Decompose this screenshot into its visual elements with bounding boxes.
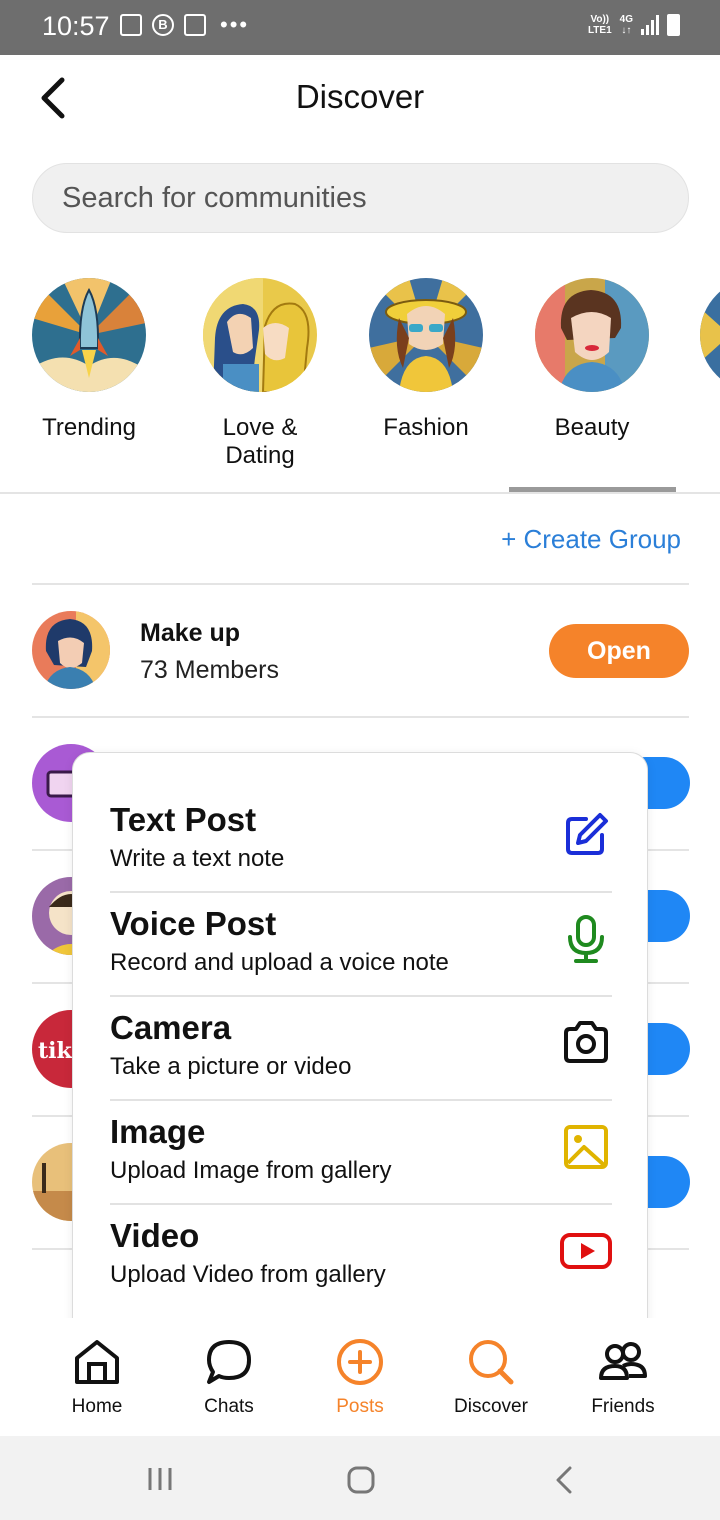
menu-item-video[interactable]: Video Upload Video from gallery — [110, 1217, 612, 1321]
nav-label: Posts — [336, 1396, 384, 1417]
menu-divider — [110, 1203, 612, 1205]
divider — [32, 583, 689, 585]
search-bar[interactable] — [32, 163, 689, 233]
menu-item-title: Voice Post — [110, 905, 277, 942]
edit-icon — [566, 813, 608, 855]
battery-icon — [667, 14, 680, 36]
divider — [32, 716, 689, 718]
image-icon — [564, 1125, 608, 1169]
menu-item-title: Image — [110, 1113, 206, 1150]
camera-icon — [564, 1021, 608, 1063]
youtube-icon — [560, 1233, 612, 1269]
nav-home[interactable]: Home — [37, 1318, 157, 1418]
recent-apps-icon[interactable] — [146, 1466, 176, 1492]
category-love-dating[interactable]: Love & Dating — [175, 278, 345, 470]
category-fashion[interactable]: Fashion — [341, 278, 511, 442]
post-type-menu: Text Post Write a text note Voice Post R… — [72, 752, 648, 1352]
category-label: Trending — [42, 414, 136, 441]
menu-item-text-post[interactable]: Text Post Write a text note — [110, 801, 612, 905]
group-name: Make up — [140, 619, 241, 647]
microphone-icon — [568, 915, 604, 963]
system-navigation-bar — [0, 1436, 720, 1520]
category-label: Fashion — [383, 414, 469, 441]
menu-item-subtitle: Upload Image from gallery — [110, 1157, 392, 1184]
page-title: Discover — [295, 78, 425, 115]
menu-item-subtitle: Record and upload a voice note — [110, 949, 449, 976]
category-beauty[interactable]: Beauty — [507, 278, 677, 442]
category-label: Love & Dating — [222, 414, 298, 469]
gallery-icon — [120, 14, 142, 36]
category-strip[interactable]: Trending Love & Dating Fashion Beauty — [0, 270, 720, 470]
create-group-link[interactable]: + Create Group — [501, 524, 681, 555]
open-group-button[interactable]: Open — [549, 624, 689, 678]
category-fashion-image — [369, 278, 483, 392]
nav-discover[interactable]: Discover — [431, 1318, 551, 1418]
nav-posts[interactable]: Posts — [300, 1318, 420, 1418]
volte-indicator: Vo)) LTE1 — [587, 14, 612, 36]
menu-item-subtitle: Write a text note — [110, 845, 285, 872]
category-divider — [0, 492, 720, 494]
friends-icon — [599, 1342, 647, 1380]
chat-icon — [207, 1340, 251, 1384]
home-button-icon[interactable] — [346, 1466, 376, 1494]
nav-label: Discover — [454, 1396, 528, 1417]
status-bar: 10:57 B ••• Vo)) LTE1 4G ↓↑ — [0, 0, 720, 55]
signal-icon — [641, 15, 659, 35]
menu-item-title: Camera — [110, 1009, 232, 1046]
menu-divider — [110, 891, 612, 893]
menu-item-camera[interactable]: Camera Take a picture or video — [110, 1009, 612, 1113]
category-trending-image — [32, 278, 146, 392]
menu-item-subtitle: Take a picture or video — [110, 1053, 352, 1080]
category-label: Beauty — [554, 414, 630, 441]
nav-chats[interactable]: Chats — [169, 1318, 289, 1418]
nav-label: Home — [71, 1396, 123, 1417]
nav-label: Friends — [591, 1396, 655, 1417]
status-time: 10:57 — [42, 11, 110, 41]
search-icon — [469, 1340, 514, 1385]
status-right-icons: Vo)) LTE1 4G ↓↑ — [588, 14, 680, 36]
bottom-navigation: Home Chats Posts Discover Friends — [0, 1318, 720, 1436]
category-next-partial[interactable] — [700, 278, 720, 392]
status-notification-icons: B ••• — [120, 14, 249, 36]
search-input[interactable] — [33, 164, 688, 232]
calendar-icon — [184, 14, 206, 36]
svg-text:tik: tik — [38, 1038, 73, 1064]
nav-friends[interactable]: Friends — [563, 1318, 683, 1418]
category-beauty-image — [535, 278, 649, 392]
network-type: 4G ↓↑ — [619, 14, 633, 36]
plus-circle-icon — [337, 1339, 383, 1385]
back-button-icon[interactable] — [552, 1466, 576, 1494]
menu-item-subtitle: Upload Video from gallery — [110, 1261, 386, 1288]
category-next-image — [700, 278, 720, 392]
menu-item-title: Video — [110, 1217, 200, 1254]
menu-item-voice-post[interactable]: Voice Post Record and upload a voice not… — [110, 905, 612, 1009]
menu-item-image[interactable]: Image Upload Image from gallery — [110, 1113, 612, 1217]
menu-divider — [110, 995, 612, 997]
nav-label: Chats — [204, 1396, 254, 1417]
menu-divider — [110, 1099, 612, 1101]
menu-item-title: Text Post — [110, 801, 257, 838]
home-icon — [75, 1340, 119, 1384]
group-members: 73 Members — [140, 656, 279, 684]
category-love-dating-image — [203, 278, 317, 392]
more-notifications-icon: ••• — [220, 12, 250, 37]
b-badge-icon: B — [152, 14, 174, 36]
category-trending[interactable]: Trending — [4, 278, 174, 442]
group-avatar — [32, 611, 110, 689]
category-scroll-indicator — [509, 487, 676, 492]
